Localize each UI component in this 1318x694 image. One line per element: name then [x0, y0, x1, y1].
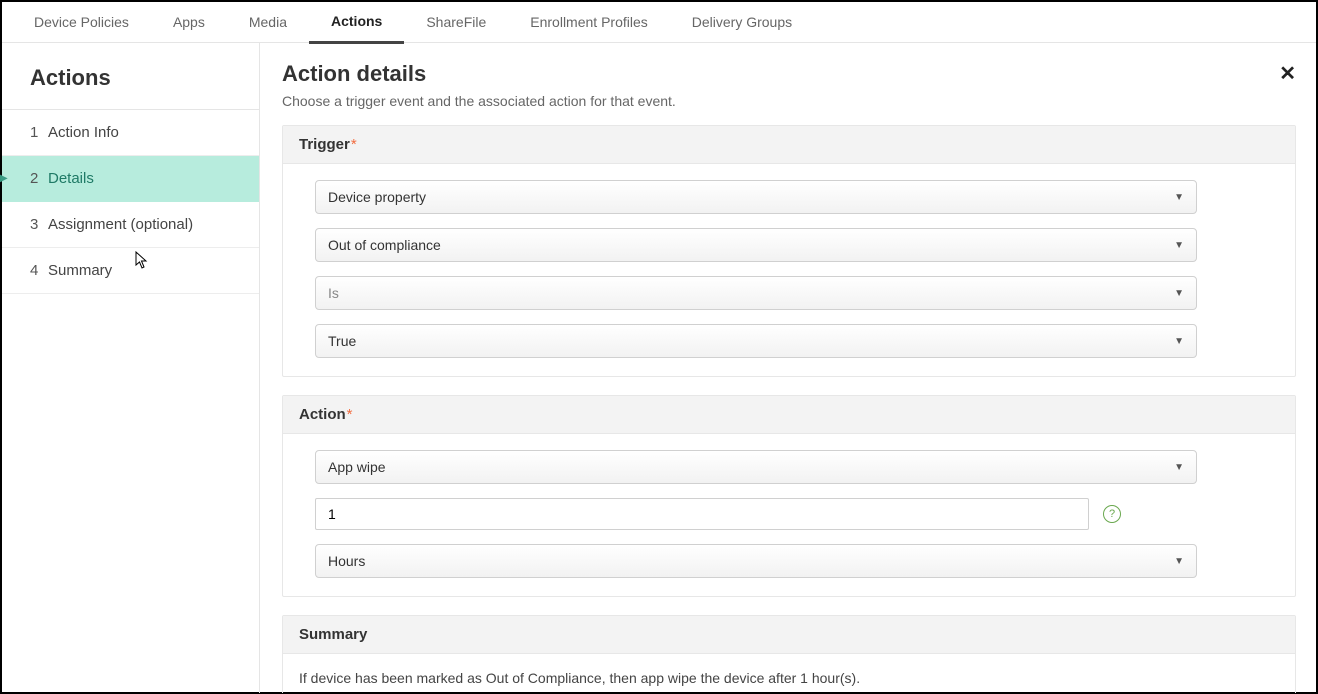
action-panel: Action* App wipe ▼ ? Hours ▼	[282, 395, 1296, 597]
step-number: 3	[30, 216, 48, 233]
wizard-step-summary[interactable]: 4 Summary	[2, 248, 259, 294]
required-asterisk: *	[351, 136, 357, 153]
select-value: Is	[328, 285, 339, 301]
select-value: Out of compliance	[328, 237, 441, 253]
tab-media[interactable]: Media	[227, 2, 309, 42]
trigger-type-select[interactable]: Device property ▼	[315, 180, 1197, 214]
step-label: Assignment (optional)	[48, 216, 193, 233]
wizard-step-details[interactable]: 2 Details	[2, 156, 259, 202]
trigger-label: Trigger	[299, 136, 350, 153]
select-value: Device property	[328, 189, 426, 205]
step-number: 4	[30, 262, 48, 279]
summary-panel: Summary If device has been marked as Out…	[282, 615, 1296, 693]
step-number: 1	[30, 124, 48, 141]
chevron-down-icon: ▼	[1174, 240, 1184, 251]
select-value: True	[328, 333, 356, 349]
action-type-select[interactable]: App wipe ▼	[315, 450, 1197, 484]
step-label: Details	[48, 170, 94, 187]
select-value: Hours	[328, 553, 365, 569]
trigger-operator-select[interactable]: Is ▼	[315, 276, 1197, 310]
tab-actions[interactable]: Actions	[309, 1, 404, 44]
chevron-down-icon: ▼	[1174, 556, 1184, 567]
top-tabs: Device Policies Apps Media Actions Share…	[2, 2, 1316, 43]
page-subtitle: Choose a trigger event and the associate…	[282, 93, 676, 109]
wizard-step-assignment[interactable]: 3 Assignment (optional)	[2, 202, 259, 248]
step-number: 2	[30, 170, 48, 187]
tab-device-policies[interactable]: Device Policies	[12, 2, 151, 42]
tab-delivery-groups[interactable]: Delivery Groups	[670, 2, 814, 42]
chevron-down-icon: ▼	[1174, 192, 1184, 203]
summary-text: If device has been marked as Out of Comp…	[283, 654, 1295, 693]
wizard-sidebar: Actions 1 Action Info 2 Details 3 Assign…	[2, 43, 260, 693]
trigger-panel: Trigger* Device property ▼ Out of compli…	[282, 125, 1296, 377]
tab-sharefile[interactable]: ShareFile	[404, 2, 508, 42]
required-asterisk: *	[347, 406, 353, 423]
delay-unit-select[interactable]: Hours ▼	[315, 544, 1197, 578]
wizard-step-action-info[interactable]: 1 Action Info	[2, 110, 259, 156]
main-content: Action details Choose a trigger event an…	[260, 43, 1316, 693]
delay-input[interactable]	[315, 498, 1089, 530]
chevron-down-icon: ▼	[1174, 288, 1184, 299]
trigger-header: Trigger*	[283, 126, 1295, 164]
page-title: Action details	[282, 61, 676, 87]
help-icon[interactable]: ?	[1103, 505, 1121, 523]
close-button[interactable]: ✕	[1279, 61, 1296, 86]
tab-apps[interactable]: Apps	[151, 2, 227, 42]
action-label: Action	[299, 406, 346, 423]
select-value: App wipe	[328, 459, 386, 475]
trigger-value-select[interactable]: True ▼	[315, 324, 1197, 358]
summary-header: Summary	[283, 616, 1295, 654]
chevron-down-icon: ▼	[1174, 462, 1184, 473]
action-header: Action*	[283, 396, 1295, 434]
sidebar-title: Actions	[2, 43, 259, 110]
step-label: Summary	[48, 262, 112, 279]
trigger-property-select[interactable]: Out of compliance ▼	[315, 228, 1197, 262]
chevron-down-icon: ▼	[1174, 336, 1184, 347]
tab-enrollment-profiles[interactable]: Enrollment Profiles	[508, 2, 670, 42]
step-label: Action Info	[48, 124, 119, 141]
